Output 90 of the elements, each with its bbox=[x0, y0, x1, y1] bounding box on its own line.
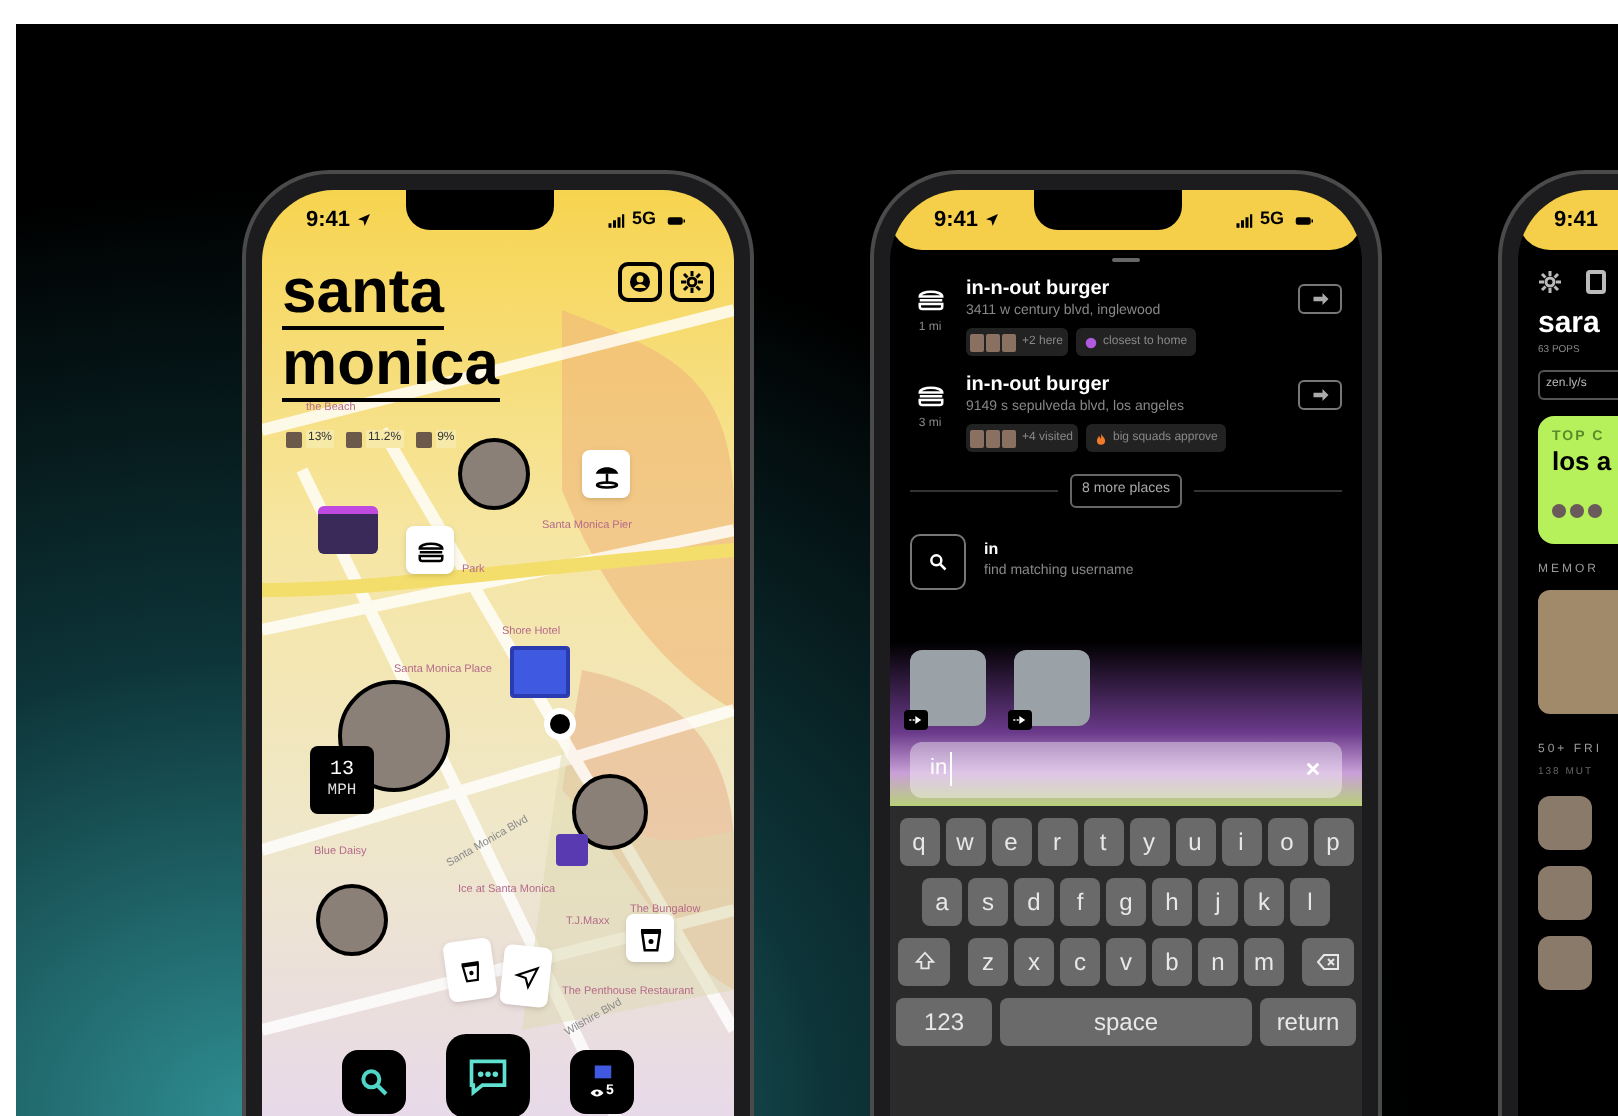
photo-placeholder bbox=[1538, 866, 1592, 920]
keyboard-key[interactable]: h bbox=[1152, 877, 1192, 925]
keyboard-key[interactable]: l bbox=[1290, 877, 1330, 925]
flame-icon bbox=[1093, 431, 1108, 445]
cup-icon bbox=[635, 923, 665, 953]
keyboard-key[interactable]: c bbox=[1060, 937, 1100, 985]
status-time: 9:41 bbox=[306, 205, 351, 236]
place-pin[interactable] bbox=[406, 526, 454, 574]
profile-button[interactable] bbox=[618, 262, 662, 302]
directions-button[interactable] bbox=[1298, 284, 1342, 314]
keyboard-key[interactable]: t bbox=[1083, 817, 1123, 865]
keyboard-key[interactable]: n bbox=[1198, 937, 1238, 985]
speed-unit: MPH bbox=[327, 782, 357, 800]
battery-icon bbox=[662, 211, 690, 229]
status-time: 9:41 bbox=[934, 205, 979, 236]
paper-plane-icon bbox=[511, 961, 541, 991]
network-label: 5G bbox=[1259, 206, 1284, 233]
avatar-thumbnail bbox=[415, 431, 432, 447]
settings-icon bbox=[680, 270, 704, 294]
keyboard-key[interactable]: j bbox=[1198, 877, 1238, 925]
settings-icon bbox=[1538, 270, 1562, 294]
keyboard-key[interactable]: v bbox=[1106, 937, 1146, 985]
signal-icon bbox=[605, 211, 626, 229]
title-line: santa bbox=[282, 258, 444, 330]
keyboard-key[interactable]: m bbox=[1244, 937, 1284, 985]
user-icon bbox=[628, 270, 652, 294]
keyboard-key[interactable]: s bbox=[968, 877, 1008, 925]
avatar-thumbnail bbox=[346, 431, 363, 447]
cup-icon bbox=[455, 955, 485, 985]
search-suggestion-icon-box[interactable] bbox=[910, 533, 966, 589]
profile-name: sara bbox=[1538, 306, 1602, 342]
signal-icon bbox=[1233, 211, 1254, 229]
keyboard-key[interactable]: g bbox=[1106, 877, 1146, 925]
keyboard-key[interactable]: w bbox=[945, 817, 985, 865]
keyboard-key[interactable]: f bbox=[1060, 877, 1100, 925]
speed-value: 13 bbox=[329, 760, 354, 782]
settings-button[interactable] bbox=[670, 262, 714, 302]
keyboard-key[interactable]: r bbox=[1037, 817, 1077, 865]
place-card[interactable] bbox=[499, 943, 553, 1009]
numbers-key[interactable]: 123 bbox=[896, 997, 992, 1045]
search-text: in bbox=[930, 752, 952, 786]
chat-bubble-icon bbox=[466, 1054, 510, 1098]
friend-avatar[interactable] bbox=[458, 438, 530, 510]
space-key[interactable]: space bbox=[1000, 997, 1252, 1045]
delete-key[interactable] bbox=[1302, 937, 1354, 985]
keyboard-key[interactable]: e bbox=[991, 817, 1031, 865]
friend-avatar[interactable] bbox=[316, 884, 388, 956]
title-line: monica bbox=[282, 330, 500, 402]
return-key[interactable]: return bbox=[1260, 997, 1356, 1045]
keyboard-key[interactable]: u bbox=[1175, 817, 1215, 865]
directions-button[interactable] bbox=[1298, 380, 1342, 410]
photo-placeholder bbox=[1538, 796, 1592, 850]
search-icon bbox=[358, 1066, 390, 1098]
backspace-icon bbox=[1316, 949, 1340, 973]
place-name: in-n-out burger bbox=[966, 278, 1112, 302]
arrow-icon bbox=[1309, 386, 1331, 404]
keyboard-key[interactable]: i bbox=[1221, 817, 1261, 865]
search-button[interactable] bbox=[342, 1050, 406, 1114]
friend-avatar[interactable] bbox=[572, 774, 648, 850]
shift-icon bbox=[913, 950, 935, 972]
shift-key[interactable] bbox=[898, 937, 950, 985]
keyboard-key[interactable]: p bbox=[1313, 817, 1353, 865]
card-title: los a bbox=[1552, 448, 1614, 476]
keyboard-key[interactable]: q bbox=[899, 817, 939, 865]
place-pin[interactable] bbox=[626, 914, 674, 962]
dot-icon bbox=[1083, 335, 1098, 349]
chat-button[interactable] bbox=[446, 1034, 530, 1116]
keyboard-key[interactable]: o bbox=[1267, 817, 1307, 865]
arrow-icon bbox=[1309, 290, 1331, 308]
keyboard-key[interactable]: k bbox=[1244, 877, 1284, 925]
keyboard-key[interactable]: z bbox=[968, 937, 1008, 985]
keyboard-key[interactable]: x bbox=[1014, 937, 1054, 985]
keyboard-key[interactable]: b bbox=[1152, 937, 1192, 985]
search-icon bbox=[928, 551, 948, 571]
location-arrow-icon bbox=[356, 212, 373, 228]
photo-placeholder bbox=[1538, 936, 1592, 990]
network-label: 5G bbox=[631, 206, 656, 233]
eye-icon bbox=[590, 1086, 605, 1100]
suggestion-query: in bbox=[984, 538, 1001, 563]
status-time: 9:41 bbox=[1554, 205, 1599, 236]
keyboard-key[interactable]: y bbox=[1129, 817, 1169, 865]
drag-handle[interactable] bbox=[1112, 258, 1140, 262]
place-name: in-n-out burger bbox=[966, 374, 1112, 398]
place-card[interactable] bbox=[442, 936, 498, 1004]
keyboard-key[interactable]: a bbox=[922, 877, 962, 925]
keyboard-key[interactable]: d bbox=[1014, 877, 1054, 925]
avatar-thumbnail bbox=[286, 431, 302, 447]
place-pin[interactable] bbox=[582, 450, 630, 498]
battery-icon bbox=[1290, 211, 1318, 229]
location-arrow-icon bbox=[984, 212, 1001, 228]
